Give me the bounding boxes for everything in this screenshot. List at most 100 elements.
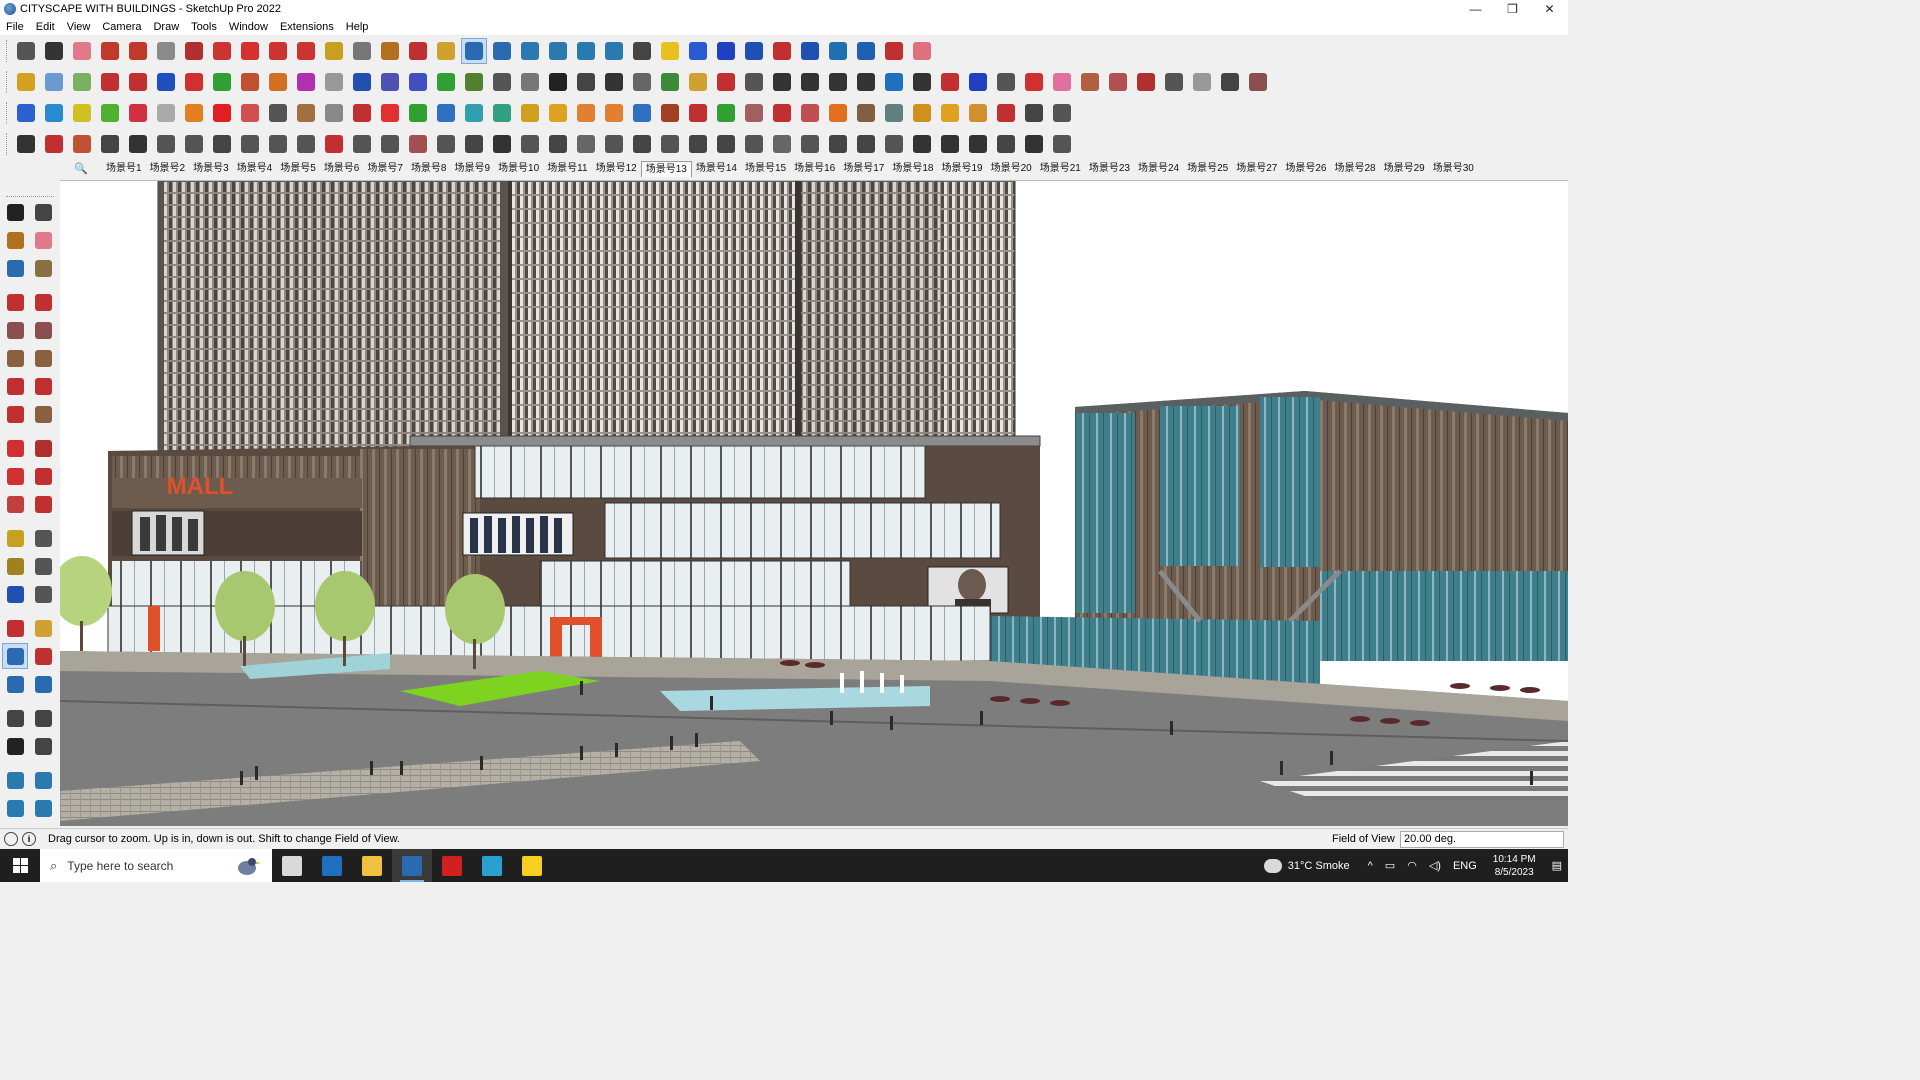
slab-button[interactable] (742, 132, 766, 156)
select-arrow-button[interactable] (42, 39, 66, 63)
layers-button[interactable] (1050, 101, 1074, 125)
zoom-button[interactable] (461, 37, 487, 64)
u-turn-button[interactable] (686, 101, 710, 125)
menu-help[interactable]: Help (340, 21, 375, 33)
rotated-rectangle-tool[interactable] (31, 318, 55, 342)
move-tool[interactable] (3, 436, 27, 460)
solid-button[interactable] (14, 101, 38, 125)
scene-tab[interactable]: 场景号7 (363, 161, 407, 177)
fold-2-button[interactable] (238, 132, 262, 156)
start-button[interactable] (0, 849, 40, 882)
minimize-button[interactable]: — (1457, 0, 1494, 18)
line-tool-button[interactable] (714, 70, 738, 94)
cube-button[interactable] (1050, 132, 1074, 156)
push-pull-tool[interactable] (31, 436, 55, 460)
slope-button[interactable] (322, 132, 346, 156)
stack-5-button[interactable] (602, 132, 626, 156)
extension-manager-button[interactable] (602, 39, 626, 63)
rectangle-button[interactable] (154, 39, 178, 63)
preferences-button[interactable] (910, 39, 934, 63)
paint-bucket-button[interactable] (378, 39, 402, 63)
section-plane-button[interactable] (826, 39, 850, 63)
building-2-button[interactable] (518, 70, 542, 94)
zoom-extents-tool[interactable] (3, 672, 27, 696)
cross-red-button[interactable] (378, 101, 402, 125)
flip-2-button[interactable] (770, 39, 794, 63)
layout-button[interactable] (574, 39, 598, 63)
stack-button[interactable] (490, 132, 514, 156)
array-r-button[interactable] (182, 70, 206, 94)
shape-button[interactable] (742, 70, 766, 94)
texture-2-button[interactable] (882, 101, 906, 125)
bend-button[interactable] (322, 101, 346, 125)
points-button[interactable] (994, 101, 1018, 125)
toolbar-grip[interactable] (6, 39, 9, 62)
scene-tab[interactable]: 场景号28 (1330, 161, 1379, 177)
menu-edit[interactable]: Edit (30, 21, 61, 33)
menu-extensions[interactable]: Extensions (274, 21, 340, 33)
scene-tab[interactable]: 场景号16 (790, 161, 839, 177)
language-indicator[interactable]: ENG (1453, 860, 1477, 872)
array-f-button[interactable] (294, 70, 318, 94)
circle-button[interactable] (770, 70, 794, 94)
dimension-tool[interactable] (31, 526, 55, 550)
flag-button[interactable] (266, 101, 290, 125)
ruler-button[interactable] (938, 70, 962, 94)
rotate-tool[interactable] (3, 464, 27, 488)
spring-button[interactable] (182, 132, 206, 156)
chain-button[interactable] (350, 101, 374, 125)
wifi-icon[interactable]: ◠ (1407, 859, 1417, 872)
weather-widget[interactable]: 31°C Smoke (1263, 858, 1350, 873)
edge-taskbar-button[interactable] (472, 849, 512, 882)
curve-4-button[interactable] (798, 101, 822, 125)
scene-tab[interactable]: 场景号25 (1183, 161, 1232, 177)
menu-view[interactable]: View (61, 21, 97, 33)
corner-2-button[interactable] (294, 132, 318, 156)
paint-bucket-tool[interactable] (3, 228, 27, 252)
menu-tools[interactable]: Tools (185, 21, 223, 33)
make-component-tool[interactable] (31, 200, 55, 224)
scene-tab[interactable]: 场景号13 (640, 160, 692, 177)
arc-button[interactable] (882, 70, 906, 94)
file-explorer-taskbar-button[interactable] (352, 849, 392, 882)
terrain-button[interactable] (462, 70, 486, 94)
array-button[interactable] (126, 70, 150, 94)
scene-tab[interactable]: 场景号20 (987, 161, 1036, 177)
hatch-button[interactable] (826, 132, 850, 156)
restore-button[interactable]: ❐ (1494, 0, 1531, 18)
columns-button[interactable] (434, 132, 458, 156)
dashed-line-button[interactable] (42, 132, 66, 156)
scene-search-icon[interactable]: 🔍 (74, 162, 88, 175)
curve-2-button[interactable] (742, 101, 766, 125)
box-button[interactable] (238, 101, 262, 125)
scene-tab[interactable]: 场景号2 (146, 161, 190, 177)
hatch-3-button[interactable] (882, 132, 906, 156)
roof-2-button[interactable] (1162, 70, 1186, 94)
acrobat-taskbar-button[interactable] (432, 849, 472, 882)
building-button[interactable] (490, 70, 514, 94)
move-up-button[interactable] (98, 70, 122, 94)
tape-measure-tool[interactable] (3, 526, 27, 550)
undo-button[interactable] (854, 39, 878, 63)
xray-box-button[interactable] (14, 70, 38, 94)
parallelogram-button[interactable] (854, 70, 878, 94)
fold-button[interactable] (154, 132, 178, 156)
box-2-button[interactable] (714, 132, 738, 156)
tag-tool-tool[interactable] (3, 256, 27, 280)
pan-button[interactable] (434, 39, 458, 63)
scene-tab[interactable]: 场景号6 (320, 161, 364, 177)
pie-tool[interactable] (31, 402, 55, 426)
house-4-button[interactable] (630, 70, 654, 94)
move-button[interactable] (238, 39, 262, 63)
stack-2-button[interactable] (518, 132, 542, 156)
corner-button[interactable] (266, 132, 290, 156)
scene-tab[interactable]: 场景号8 (407, 161, 451, 177)
three-point-arc-tool[interactable] (3, 402, 27, 426)
zoom-tool[interactable] (2, 643, 28, 669)
layout-tool[interactable] (3, 796, 27, 820)
ramp-button[interactable] (406, 132, 430, 156)
tree-button[interactable] (714, 101, 738, 125)
rectangle-tool[interactable] (3, 318, 27, 342)
plane-button[interactable] (42, 101, 66, 125)
orbit-tool[interactable] (3, 616, 27, 640)
